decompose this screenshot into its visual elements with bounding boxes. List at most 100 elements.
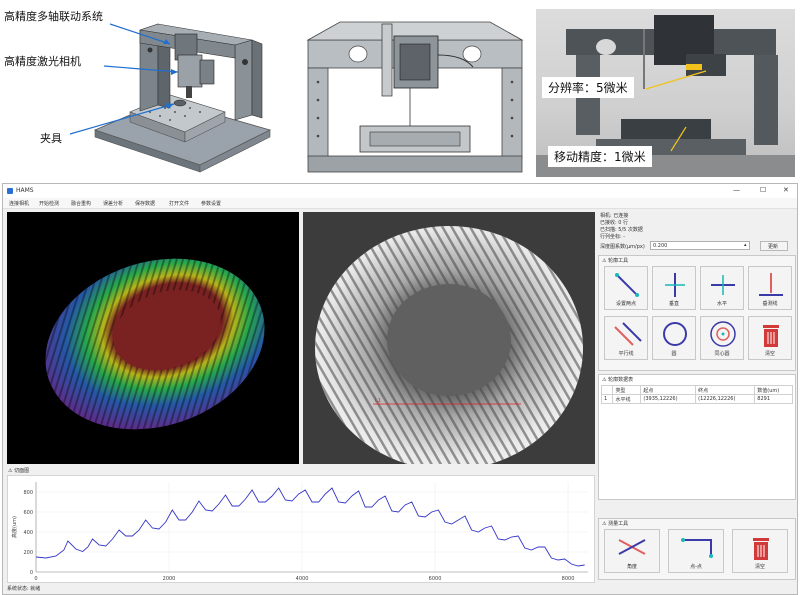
contour-data-title: ⚠ 轮廓数据表 xyxy=(602,377,634,383)
spinner-icon[interactable]: ▴ xyxy=(744,242,747,248)
menu-settings[interactable]: 参数设置 xyxy=(201,200,221,207)
vertical-cross-icon xyxy=(665,273,685,297)
col-start: 起点 xyxy=(640,385,697,395)
x-tick-label: 8000 xyxy=(562,576,575,582)
update-button-label: 更新 xyxy=(768,244,779,250)
table-row[interactable]: 1 水平线 (3935,12226) (12226,12226) 8291 xyxy=(600,394,793,404)
x-tick-label: 4000 xyxy=(296,576,309,582)
angle-icon xyxy=(618,539,646,555)
y-axis-label: 高度(um) xyxy=(11,516,18,538)
app-logo-icon xyxy=(7,188,13,194)
section-chart: 02004006008000 2000 4000 6000 8000高度(um) xyxy=(11,482,588,582)
perpendicular-icon xyxy=(759,273,783,296)
diagonal-line-icon xyxy=(615,273,639,297)
title-bar: HAMS — ☐ ✕ xyxy=(3,184,797,198)
measure-tools-section: ⚠ 测量工具 角度 点-点 清空 xyxy=(598,518,796,580)
tool-clear[interactable]: 清空 xyxy=(748,316,792,360)
tool-label: 水平 xyxy=(716,301,727,307)
tool-set-two-points[interactable]: 设置两点 xyxy=(604,266,648,310)
isometric-drawing xyxy=(69,23,272,173)
horizontal-line-icon xyxy=(711,275,735,295)
menu-save-data[interactable]: 保存数据 xyxy=(135,200,155,207)
ratio-label: 深度图系数(μm/px) xyxy=(600,244,645,250)
window-title: HAMS xyxy=(16,187,34,194)
col-end: 终点 xyxy=(695,385,756,395)
cell: (12226,12226) xyxy=(695,394,756,404)
col-value: 数值(um) xyxy=(754,385,793,395)
contour-tools-section: ⚠ 轮廓工具 设置两点 垂直 水平 垂测线 平行线 圆 同心圆 清空 xyxy=(598,255,796,371)
ratio-value: 0.200 xyxy=(653,243,668,249)
camera-status: 相机: 已连接 xyxy=(600,213,629,219)
menu-connect-camera[interactable]: 连接相机 xyxy=(9,200,29,207)
menu-fusion-reconstruct[interactable]: 融合重构 xyxy=(71,200,91,207)
tool-horizontal[interactable]: 水平 xyxy=(700,266,744,310)
tool-point-to-point[interactable]: 点-点 xyxy=(668,529,724,573)
annotation-fixture: 夹具 xyxy=(40,132,62,145)
close-button[interactable]: ✕ xyxy=(783,186,789,194)
received-lines: 已接收: 0 行 xyxy=(600,220,629,226)
tool-label: 点-点 xyxy=(690,564,702,570)
measure-tools-title: ⚠ 测量工具 xyxy=(602,521,629,527)
contour-data-section: ⚠ 轮廓数据表 类型 起点 终点 数值(um) 1 水平线 (3935,1222… xyxy=(598,374,796,500)
measure-clear[interactable]: 清空 xyxy=(732,529,788,573)
tool-concentric[interactable]: 同心圆 xyxy=(700,316,744,360)
tool-vertical[interactable]: 垂直 xyxy=(652,266,696,310)
cell: 水平线 xyxy=(612,394,642,404)
trash-icon xyxy=(763,325,779,347)
tool-label: 垂测线 xyxy=(762,301,778,307)
ratio-input[interactable]: 0.200 ▴ xyxy=(650,241,750,250)
circle-icon xyxy=(663,322,687,346)
photo-label-precision: 移动精度：1微米 xyxy=(548,146,652,167)
menu-bar: 连接相机 开始检测 融合重构 误差分析 保存数据 打开文件 参数设置 xyxy=(3,198,797,209)
menu-start-detection[interactable]: 开始检测 xyxy=(39,200,59,207)
annotation-laser-camera: 高精度激光相机 xyxy=(4,55,81,68)
status-bar-text: 系统状态: 就绪 xyxy=(7,586,41,592)
y-tick-label: 600 xyxy=(23,510,33,516)
y-tick-label: 200 xyxy=(23,550,33,556)
x-tick-label: 6000 xyxy=(429,576,442,582)
y-tick-label: 0 xyxy=(30,570,33,576)
point-to-point-icon xyxy=(681,538,713,558)
measure-line-label: L1 xyxy=(375,398,381,404)
section-chart-panel: 0 200 400 600 800 0 2000 4000 6000 8000 高度(um) xyxy=(7,475,595,583)
y-tick-label: 800 xyxy=(23,490,33,496)
tool-label: 角度 xyxy=(626,564,637,570)
trash-icon xyxy=(753,538,769,560)
table-header: 类型 起点 终点 数值(um) xyxy=(600,385,793,395)
tool-perpendicular[interactable]: 垂测线 xyxy=(748,266,792,310)
tool-circle[interactable]: 圆 xyxy=(652,316,696,360)
cell: 1 xyxy=(600,394,614,404)
depth-image-panel[interactable]: L1 xyxy=(303,212,595,470)
tool-label: 设置两点 xyxy=(615,301,636,307)
menu-open-file[interactable]: 打开文件 xyxy=(169,200,189,207)
front-view-drawing xyxy=(306,21,524,173)
app-window: HAMS — ☐ ✕ 连接相机 开始检测 融合重构 误差分析 保存数据 打开文件… xyxy=(2,183,798,595)
menu-error-analysis[interactable]: 误差分析 xyxy=(103,200,123,207)
tool-parallel[interactable]: 平行线 xyxy=(604,316,648,360)
col-type: 类型 xyxy=(612,385,642,395)
right-panel: 相机: 已连接 已接收: 0 行 已扫描: 5/5 次数据 行列坐标: - 深度… xyxy=(598,212,796,582)
photo-label-resolution: 分辨率：5微米 xyxy=(542,77,634,98)
tool-label: 垂直 xyxy=(668,301,679,307)
tool-label: 同心圆 xyxy=(714,351,730,357)
tool-label: 平行线 xyxy=(618,351,634,357)
parallel-lines-icon xyxy=(614,322,642,346)
tool-label: 清空 xyxy=(754,564,765,570)
3d-view-panel[interactable] xyxy=(7,212,299,464)
contour-tools-title: ⚠ 轮廓工具 xyxy=(602,258,629,264)
cell: 8291 xyxy=(754,394,793,404)
update-button[interactable]: 更新 xyxy=(760,241,788,251)
3d-heightmap xyxy=(45,258,265,430)
scanned-count: 已扫描: 5/5 次数据 xyxy=(600,227,643,233)
tool-label: 清空 xyxy=(764,351,775,357)
figure-top: 高精度多轴联动系统 高精度激光相机 夹具 分辨率：5微米 移动精度：1微米 xyxy=(0,0,800,180)
depth-image xyxy=(315,226,583,470)
tool-angle[interactable]: 角度 xyxy=(604,529,660,573)
x-tick-label: 0 xyxy=(34,576,37,582)
minimize-button[interactable]: — xyxy=(733,186,740,194)
maximize-button[interactable]: ☐ xyxy=(760,186,766,194)
machine-photo: 分辨率：5微米 移动精度：1微米 xyxy=(536,9,795,177)
cell: (3935,12226) xyxy=(640,394,697,404)
section-title: ⚠ 切面图 xyxy=(8,468,30,474)
col-index xyxy=(600,385,614,395)
